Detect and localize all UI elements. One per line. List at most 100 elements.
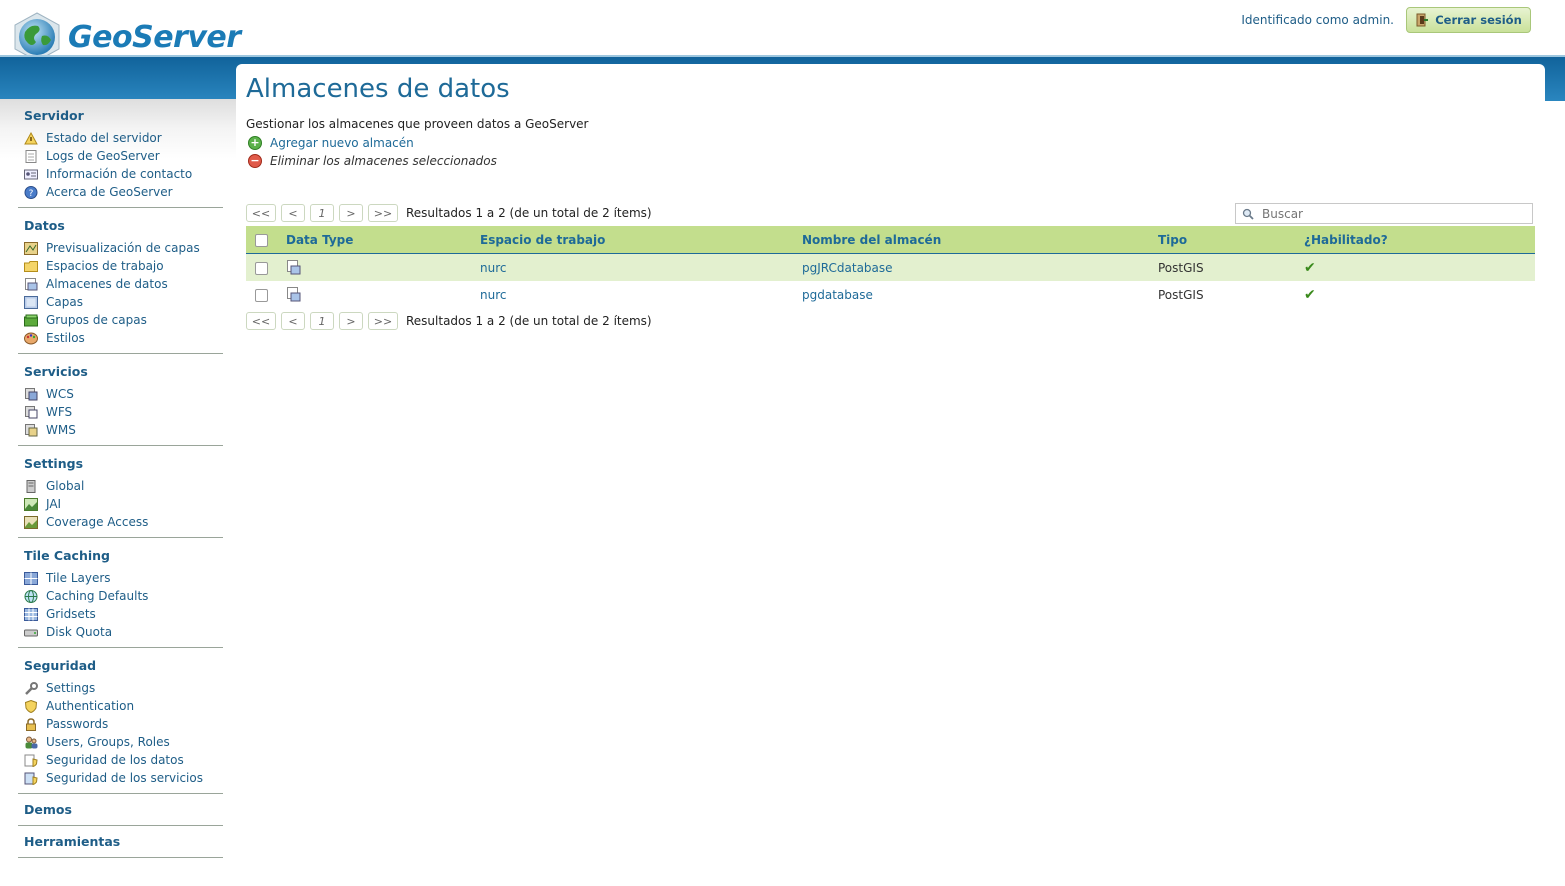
sidebar-item-wcs[interactable]: WCS: [18, 385, 223, 403]
search-input[interactable]: [1260, 205, 1514, 222]
image-icon: [24, 497, 38, 511]
wrench-icon: [24, 681, 38, 695]
data-type-cell: [286, 253, 480, 281]
sidebar-section-servidor: Servidor Estado del servidor Logs de Geo…: [18, 104, 223, 208]
pager-top: << < 1 > >> Resultados 1 a 2 (de un tota…: [246, 204, 652, 222]
sidebar-item-authentication[interactable]: Authentication: [18, 697, 223, 715]
pager-prev-button[interactable]: <: [281, 204, 305, 222]
search-icon: [1242, 208, 1254, 220]
store-name-cell: pgJRCdatabase: [802, 253, 1158, 281]
type-cell: PostGIS: [1158, 287, 1204, 302]
sidebar-item-logs[interactable]: Logs de GeoServer: [18, 147, 223, 165]
row-checkbox[interactable]: [255, 288, 268, 302]
workspace-cell: nurc: [480, 281, 802, 308]
sidebar-item-layer-groups[interactable]: Grupos de capas: [18, 311, 223, 329]
disk-icon: [24, 626, 38, 639]
sidebar-section-tile-caching: Tile Caching Tile Layers Caching Default…: [18, 544, 223, 648]
svg-text:?: ?: [29, 189, 34, 199]
pager-results-text: Resultados 1 a 2 (de un total de 2 ítems…: [406, 314, 652, 328]
sidebar-section-title[interactable]: Demos: [18, 800, 223, 823]
page-title: Almacenes de datos: [246, 74, 510, 104]
sidebar-section-title[interactable]: Herramientas: [18, 832, 223, 855]
pager-next-button[interactable]: >: [339, 204, 363, 222]
sidebar-section-title[interactable]: Settings: [18, 452, 223, 477]
sidebar-item-server-status[interactable]: Estado del servidor: [18, 129, 223, 147]
table-row: nurc pgdatabase PostGIS ✔: [246, 281, 1535, 308]
sidebar-item-layer-preview[interactable]: Previsualización de capas: [18, 239, 223, 257]
sidebar-section-title[interactable]: Servidor: [18, 104, 223, 129]
column-header-data-type[interactable]: Data Type: [286, 226, 480, 254]
sidebar-item-service-security[interactable]: Seguridad de los servicios: [18, 769, 223, 787]
service-security-icon: [24, 772, 38, 785]
pager-first-button[interactable]: <<: [246, 312, 276, 330]
search-box[interactable]: [1235, 203, 1533, 224]
column-header-store-name[interactable]: Nombre del almacén: [802, 226, 1158, 254]
logout-button[interactable]: Cerrar sesión: [1406, 7, 1531, 33]
sidebar-item-jai[interactable]: JAI: [18, 495, 223, 513]
stores-table: Data Type Espacio de trabajo Nombre del …: [246, 226, 1535, 308]
layer-icon: [24, 295, 38, 309]
store-name-cell: pgdatabase: [802, 281, 1158, 308]
sidebar-item-gridsets[interactable]: Gridsets: [18, 605, 223, 623]
palette-icon: [24, 332, 38, 345]
workspace-link[interactable]: nurc: [480, 261, 506, 275]
select-all-header: [246, 226, 286, 254]
sidebar-item-wms[interactable]: WMS: [18, 421, 223, 439]
users-icon: [24, 736, 38, 749]
sidebar-item-passwords[interactable]: Passwords: [18, 715, 223, 733]
remove-stores-link[interactable]: − Eliminar los almacenes seleccionados: [248, 154, 497, 168]
enabled-cell: ✔: [1304, 253, 1535, 281]
sidebar-section-herramientas: Herramientas: [18, 832, 223, 858]
sidebar-item-disk-quota[interactable]: Disk Quota: [18, 623, 223, 641]
sidebar-section-datos: Datos Previsualización de capas Espacios…: [18, 214, 223, 354]
workspace-link[interactable]: nurc: [480, 288, 506, 302]
sidebar-section-title[interactable]: Servicios: [18, 360, 223, 385]
column-header-enabled[interactable]: ¿Habilitado?: [1304, 226, 1535, 254]
pager-prev-button[interactable]: <: [281, 312, 305, 330]
sidebar-item-security-settings[interactable]: Settings: [18, 679, 223, 697]
warning-icon: [24, 131, 38, 145]
pager-last-button[interactable]: >>: [368, 312, 398, 330]
pager-next-button[interactable]: >: [339, 312, 363, 330]
pager-first-button[interactable]: <<: [246, 204, 276, 222]
image-icon: [24, 515, 38, 529]
map-preview-icon: [24, 241, 38, 255]
sidebar-section-title[interactable]: Seguridad: [18, 654, 223, 679]
pager-last-button[interactable]: >>: [368, 204, 398, 222]
sidebar-item-stores[interactable]: Almacenes de datos: [18, 275, 223, 293]
service-icon: [24, 423, 38, 437]
sidebar-section-title[interactable]: Datos: [18, 214, 223, 239]
add-store-link[interactable]: + Agregar nuevo almacén: [248, 136, 414, 150]
main-panel: Almacenes de datos Gestionar los almacen…: [236, 64, 1545, 886]
sidebar-item-workspaces[interactable]: Espacios de trabajo: [18, 257, 223, 275]
header: GeoServer Identificado como admin. Cerra…: [0, 0, 1565, 62]
sidebar-item-layers[interactable]: Capas: [18, 293, 223, 311]
sidebar-item-global[interactable]: Global: [18, 477, 223, 495]
sidebar: Servidor Estado del servidor Logs de Geo…: [18, 104, 223, 864]
sidebar-item-tile-layers[interactable]: Tile Layers: [18, 569, 223, 587]
store-name-link[interactable]: pgJRCdatabase: [802, 261, 893, 275]
sidebar-item-about[interactable]: ? Acerca de GeoServer: [18, 183, 223, 201]
login-status: Identificado como admin.: [1241, 13, 1394, 27]
pager-page-button[interactable]: 1: [310, 312, 334, 330]
column-header-workspace[interactable]: Espacio de trabajo: [480, 226, 802, 254]
sidebar-section-title[interactable]: Tile Caching: [18, 544, 223, 569]
store-name-link[interactable]: pgdatabase: [802, 288, 873, 302]
row-select-cell: [246, 281, 286, 308]
sidebar-item-wfs[interactable]: WFS: [18, 403, 223, 421]
column-header-type[interactable]: Tipo: [1158, 226, 1304, 254]
sidebar-section-servicios: Servicios WCS WFS WMS: [18, 360, 223, 446]
sidebar-item-users-groups-roles[interactable]: Users, Groups, Roles: [18, 733, 223, 751]
folder-icon: [24, 260, 38, 273]
row-checkbox[interactable]: [255, 261, 268, 275]
select-all-checkbox[interactable]: [255, 233, 268, 247]
sidebar-item-coverage-access[interactable]: Coverage Access: [18, 513, 223, 531]
check-icon: ✔: [1304, 286, 1316, 303]
sidebar-item-styles[interactable]: Estilos: [18, 329, 223, 347]
sidebar-item-contact-info[interactable]: Información de contacto: [18, 165, 223, 183]
sidebar-item-caching-defaults[interactable]: Caching Defaults: [18, 587, 223, 605]
sidebar-item-data-security[interactable]: Seguridad de los datos: [18, 751, 223, 769]
pager-page-button[interactable]: 1: [310, 204, 334, 222]
add-icon: +: [248, 136, 262, 150]
layer-group-icon: [24, 314, 38, 327]
